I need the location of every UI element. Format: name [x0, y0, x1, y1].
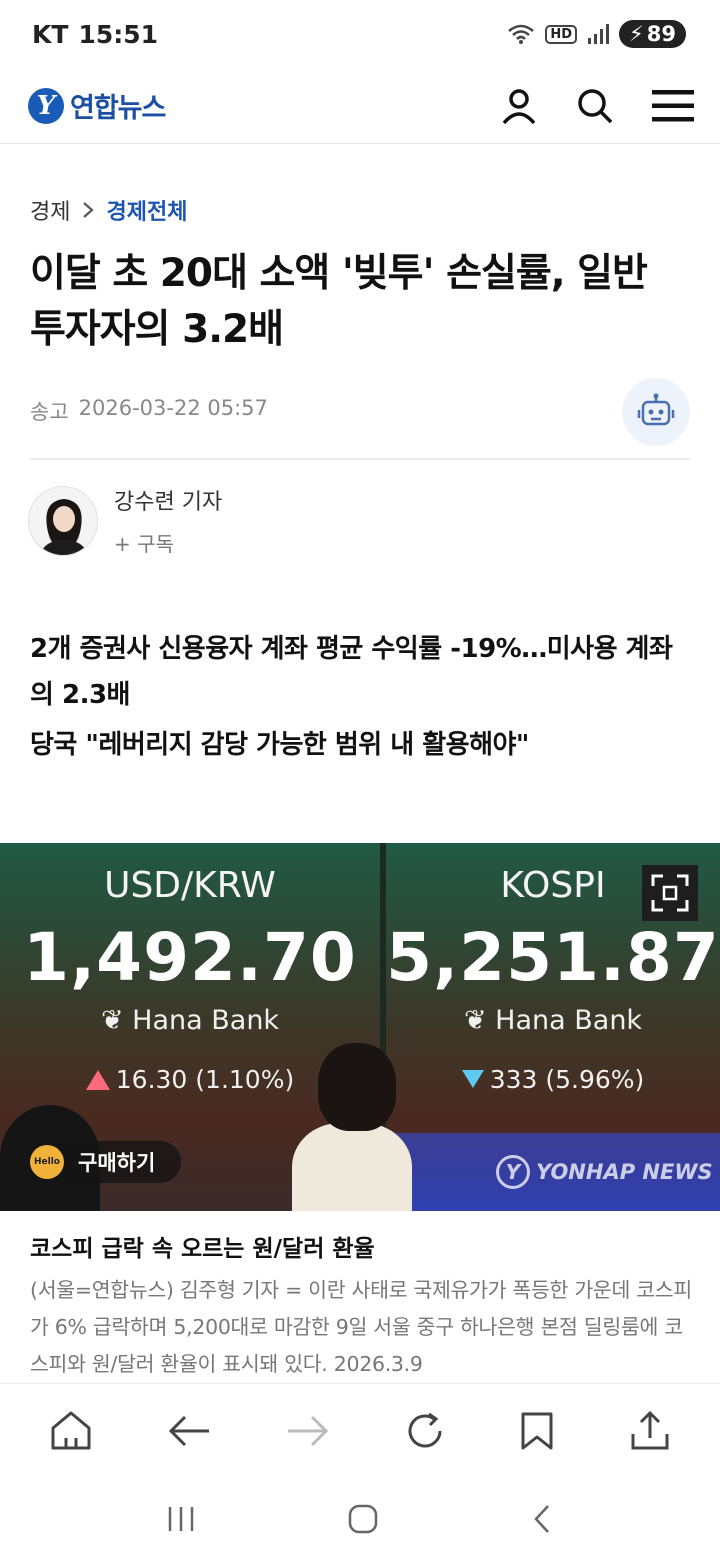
bookmark-icon[interactable] — [520, 1411, 554, 1451]
author-block: 강수련 기자 + 구독 — [28, 484, 222, 557]
clock: 15:51 — [78, 19, 159, 49]
battery-level: 89 — [646, 22, 676, 46]
person-head — [318, 1043, 396, 1131]
carrier: KT — [32, 19, 69, 49]
breadcrumb-subsection[interactable]: 경제전체 — [106, 194, 187, 226]
board-bank: ❦ Hana Bank — [463, 1005, 643, 1036]
summary-line: 당국 "레버리지 감당 가능한 범위 내 활용해야" — [30, 730, 529, 760]
photo-caption-title: 코스피 급락 속 오르는 원/달러 환율 — [30, 1236, 375, 1262]
up-arrow-icon — [85, 1070, 110, 1090]
article-summary: 2개 증권사 신용융자 계좌 평균 수익률 -19%…미사용 계좌의 2.3배 … — [30, 626, 695, 768]
breadcrumb: 경제 경제전체 — [30, 194, 187, 226]
hana-logo-icon: ❦ — [463, 1005, 496, 1036]
date-label: 송고 — [30, 400, 69, 424]
article-photo[interactable]: USD/KRW 1,492.70 ❦ Hana Bank 16.30 (1.10… — [0, 843, 720, 1211]
summary-line: 2개 증권사 신용융자 계좌 평균 수익률 -19%…미사용 계좌의 2.3배 — [30, 634, 673, 710]
user-icon[interactable] — [500, 87, 538, 125]
logo-text: 연합뉴스 — [70, 93, 166, 124]
home-button-icon[interactable] — [347, 1503, 379, 1535]
robot-icon — [637, 393, 675, 426]
search-icon[interactable] — [576, 87, 614, 125]
system-navigation — [0, 1478, 720, 1560]
person-body — [292, 1123, 412, 1211]
board-change: 333 (5.96%) — [386, 1065, 720, 1094]
reload-icon[interactable] — [404, 1410, 446, 1452]
photo-caption: (서울=연합뉴스) 김주형 기자 = 이란 사태로 국제유가가 폭등한 가운데 … — [30, 1278, 692, 1376]
home-icon[interactable] — [49, 1410, 93, 1452]
ai-summary-button[interactable] — [622, 378, 690, 446]
yonhap-watermark-icon: Y — [496, 1155, 530, 1189]
yonhap-watermark: Y YONHAP NEWS — [496, 1155, 713, 1189]
publish-date: 송고 2026-03-22 05:57 — [30, 396, 268, 426]
back-arrow-icon[interactable] — [167, 1413, 211, 1449]
divider — [30, 458, 690, 460]
chevron-right-icon — [83, 202, 95, 218]
recent-apps-icon[interactable] — [166, 1504, 196, 1534]
hello-badge-icon: Hello — [30, 1145, 64, 1179]
browser-toolbar — [0, 1384, 720, 1478]
forward-arrow-icon — [287, 1415, 328, 1447]
status-bar: KT 15:51 HD ⚡ 89 — [0, 0, 720, 68]
site-header: Y 연합뉴스 — [0, 68, 720, 144]
buy-label: 구매하기 — [78, 1151, 156, 1175]
wifi-icon — [508, 24, 535, 44]
board-value: 5,251.87 — [386, 919, 720, 996]
hana-logo-icon: ❦ — [100, 1005, 133, 1036]
date-value: 2026-03-22 05:57 — [78, 396, 268, 420]
back-button-icon[interactable] — [530, 1503, 554, 1535]
bolt-icon: ⚡ — [629, 22, 644, 46]
buy-photo-button[interactable]: Hello 구매하기 — [26, 1141, 182, 1183]
down-arrow-icon — [461, 1070, 484, 1088]
yonhap-logo-icon: Y — [28, 87, 64, 124]
site-logo[interactable]: Y 연합뉴스 — [28, 86, 166, 125]
board-value: 1,492.70 — [23, 919, 357, 996]
signal-icon — [588, 24, 610, 44]
article-headline: 이달 초 20대 소액 '빚투' 손실률, 일반 투자자의 3.2배 — [30, 251, 648, 352]
board-pair: USD/KRW — [104, 865, 276, 906]
expand-photo-button[interactable] — [642, 865, 698, 921]
subscribe-button[interactable]: + 구독 — [114, 528, 222, 557]
author-name[interactable]: 강수련 기자 — [114, 484, 222, 516]
breadcrumb-section[interactable]: 경제 — [30, 194, 70, 226]
battery-indicator: ⚡ 89 — [619, 20, 686, 48]
board-bank: ❦ Hana Bank — [100, 1005, 280, 1036]
author-avatar[interactable] — [28, 485, 98, 556]
share-icon[interactable] — [629, 1410, 671, 1452]
hd-icon: HD — [545, 24, 578, 44]
menu-icon[interactable] — [652, 89, 694, 123]
expand-icon — [651, 874, 689, 912]
